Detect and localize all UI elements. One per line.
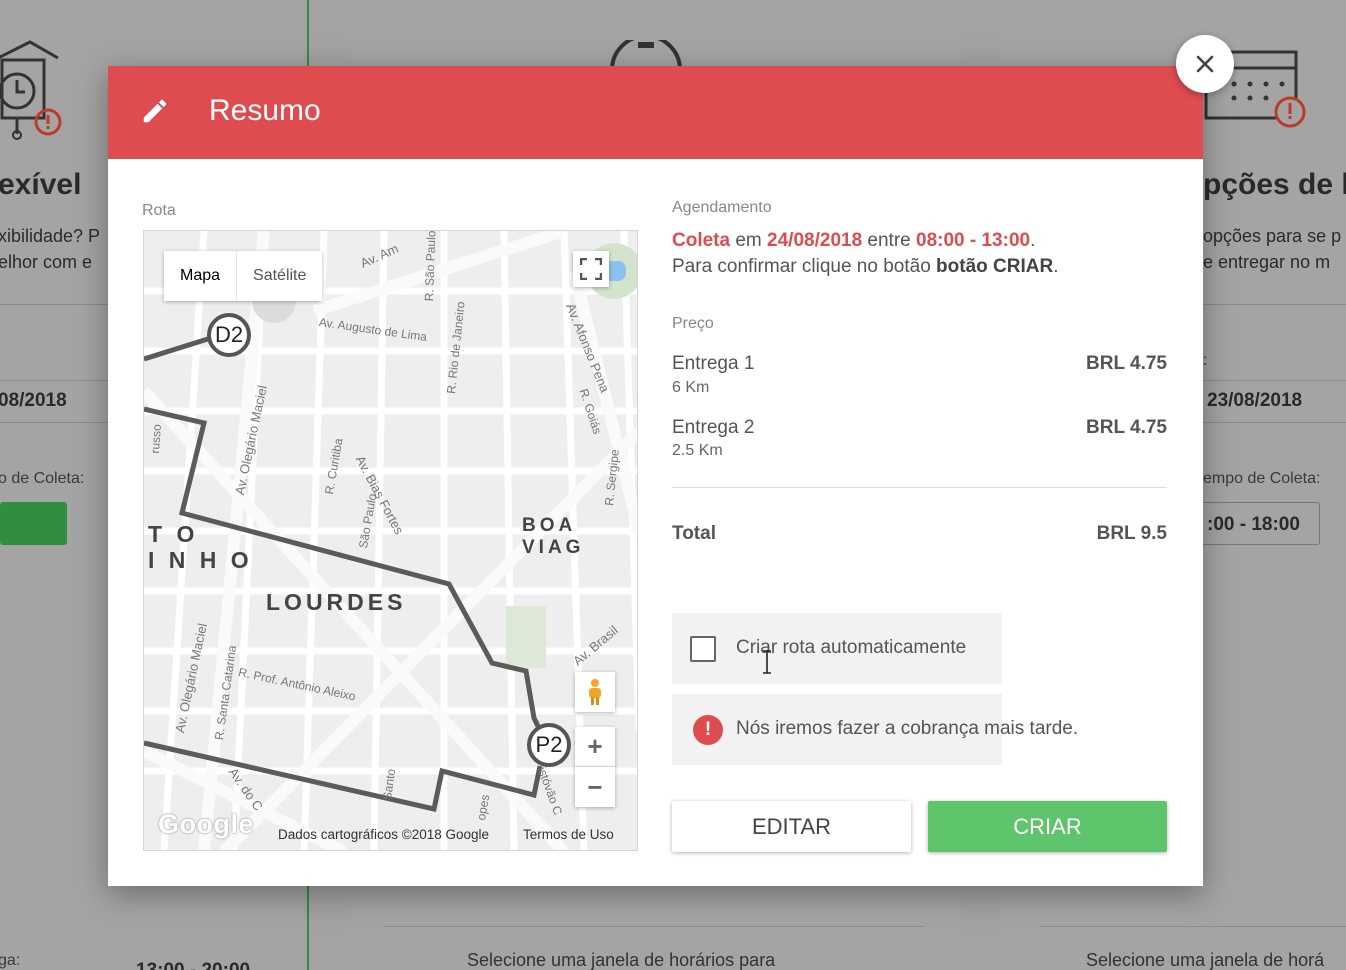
map-terms-link[interactable]: Termos de Uso	[523, 827, 614, 842]
fullscreen-icon	[580, 258, 602, 280]
charge-notice-text: Nós iremos fazer a cobrança mais tarde.	[736, 718, 1079, 739]
schedule-confirm-prefix: Para confirmar clique no botão	[672, 256, 931, 277]
district-label: I N H O	[148, 547, 253, 573]
modal-header: Resumo	[108, 66, 1203, 159]
schedule-summary: Coleta em 24/08/2018 entre 08:00 - 13:00…	[672, 230, 1035, 252]
background-left-date: 08/2018	[0, 390, 67, 411]
schedule-confirm-button-name: botão CRIAR	[936, 256, 1054, 277]
pickup-marker[interactable]: P2	[527, 723, 571, 767]
price-item-name: Entrega 2	[672, 417, 755, 438]
price-item-distance: 2.5 Km	[672, 442, 723, 459]
background-right-bottom-text: Selecione uma janela de horá	[1086, 950, 1325, 970]
map-type-map-button[interactable]: Mapa	[164, 251, 238, 301]
close-icon	[1196, 55, 1214, 73]
schedule-period: .	[1030, 230, 1036, 251]
street-label: R. São Paulo	[422, 230, 439, 302]
background-divider	[1040, 926, 1346, 927]
fullscreen-button[interactable]	[573, 251, 609, 287]
house-clock-icon	[0, 40, 62, 140]
summary-modal: Resumo Rota Av. Augusto de Lima Av. Oleg…	[108, 66, 1203, 886]
price-item-value: BRL 4.75	[1086, 353, 1167, 374]
background-right-subtitle-1: opções para se p	[1203, 226, 1342, 246]
background-left-green-button	[0, 502, 67, 545]
auto-route-option[interactable]: Criar rota automaticamente	[672, 613, 1002, 684]
close-button[interactable]	[1176, 35, 1234, 93]
background-left-bottom-value: 13:00 - 20:00	[136, 960, 250, 970]
google-logo: Google	[158, 809, 254, 839]
background-left-subtitle-2: elhor com e	[0, 252, 93, 272]
background-divider	[383, 926, 923, 927]
price-divider	[672, 487, 1167, 488]
street-label: russo	[148, 423, 165, 454]
background-right-subtitle-2: e entregar no m	[1203, 252, 1331, 272]
schedule-date: 24/08/2018	[767, 230, 863, 251]
map-type-satellite-button[interactable]: Satélite	[237, 251, 322, 301]
alert-icon: !	[693, 715, 723, 745]
route-label: Rota	[142, 202, 176, 219]
edit-button[interactable]: EDITAR	[672, 801, 911, 852]
price-item-name: Entrega 1	[672, 353, 755, 374]
district-label: BOA VIAG	[522, 515, 585, 558]
charge-notice: ! Nós iremos fazer a cobrança mais tarde…	[672, 694, 1078, 765]
pegman-icon	[589, 679, 601, 705]
modal-title: Resumo	[209, 94, 321, 127]
district-label: T O	[148, 521, 199, 547]
district-label: LOURDES	[266, 589, 407, 615]
schedule-time: 08:00 - 13:00	[916, 230, 1031, 251]
price-label: Preço	[672, 315, 714, 332]
schedule-confirm: Para confirmar clique no botão botão CRI…	[672, 256, 1058, 278]
background-right-colon: :	[1203, 352, 1208, 369]
price-item-value: BRL 4.75	[1086, 417, 1167, 438]
map-attribution: Dados cartográficos ©2018 Google	[278, 827, 490, 842]
total-label: Total	[672, 523, 716, 544]
create-button[interactable]: CRIAR	[928, 801, 1167, 852]
background-right-title: pções de ho	[1203, 168, 1346, 201]
delivery-marker[interactable]: D2	[207, 313, 251, 357]
schedule-type: Coleta	[672, 230, 731, 251]
price-item-distance: 6 Km	[672, 379, 710, 396]
schedule-word-entre: entre	[867, 230, 911, 251]
map-type-control: Mapa Satélite	[164, 251, 323, 301]
street-view-button[interactable]	[575, 672, 615, 712]
pencil-icon	[143, 99, 167, 123]
background-left-label: o de Coleta:	[0, 470, 85, 487]
schedule-label: Agendamento	[672, 199, 772, 216]
background-left-bottom-label: ga:	[0, 952, 21, 969]
schedule-confirm-suffix: .	[1053, 256, 1059, 277]
text-cursor-icon	[763, 650, 771, 674]
auto-route-checkbox[interactable]	[690, 636, 716, 662]
schedule-word-em: em	[735, 230, 762, 251]
route-map[interactable]: Av. Augusto de Lima Av. Olegário Maciel …	[143, 230, 638, 851]
background-right-date: 23/08/2018	[1207, 390, 1303, 411]
background-left-subtitle-1: xibilidade? P	[0, 226, 101, 246]
zoom-out-button[interactable]: −	[575, 767, 615, 807]
zoom-in-button[interactable]: +	[575, 727, 615, 767]
background-left-title: exível	[0, 168, 82, 201]
background-right-label: empo de Coleta:	[1203, 470, 1321, 487]
background-right-time: :00 - 18:00	[1207, 514, 1300, 535]
total-value: BRL 9.5	[1096, 523, 1167, 544]
background-center-bottom-text: Selecione uma janela de horários para	[467, 950, 776, 970]
